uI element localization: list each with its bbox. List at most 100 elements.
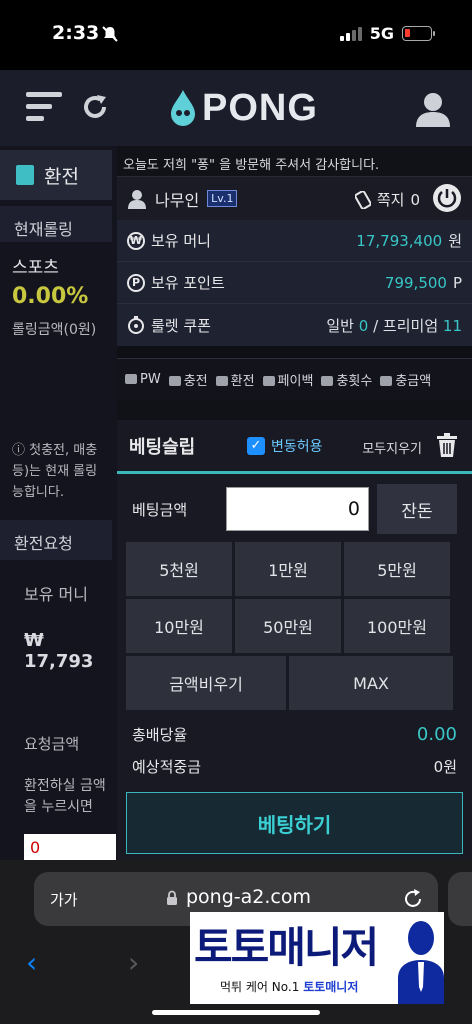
text-size-button[interactable]: 가가 [50,889,78,910]
notice-text: 오늘도 저희 "퐁" 을 방문해 주셔서 감사합니다. [117,146,472,176]
bell-muted-icon [102,26,118,42]
total-odds-label: 총배당율 [132,725,188,744]
user-name: 나무인 [155,190,200,210]
clear-amount-button[interactable]: 금액비우기 [126,656,286,710]
chip-1m[interactable]: 100만원 [344,599,450,653]
chart-icon [321,376,334,386]
max-button[interactable]: MAX [289,656,453,710]
battery-icon [402,26,435,41]
coupon-premium-label: / 프리미엄 [373,316,439,335]
watermark-subtitle: 먹튀 케어 No.1 토토매니저 [220,978,358,995]
place-bet-button[interactable]: 베팅하기 [126,792,463,854]
held-money-value: ₩ 17,793 [24,630,94,672]
card-icon [168,376,181,386]
logo-text: PONG [202,86,318,129]
person-icon [125,374,137,384]
coupon-row: 룰렛 쿠폰 일반 0 / 프리미엄 11 [117,304,472,346]
chip-500k[interactable]: 50만원 [235,599,341,653]
back-icon[interactable]: ‹ [26,946,37,979]
sports-label: 스포츠 [12,258,59,278]
quick-link-label: PW [140,372,161,387]
coins-icon [380,376,393,386]
memo-icon [354,190,371,209]
quick-link-charge-amount[interactable]: 충금액 [380,370,431,389]
forward-icon[interactable]: › [128,946,139,979]
memo-label: 쪽지 [376,191,405,209]
roulette-icon [128,316,144,334]
logo[interactable]: PONG [166,86,318,130]
quick-links: PW 충전 환전 페이백 충횟수 충금액 [117,358,472,400]
refresh-icon[interactable] [80,92,110,122]
expected-win-label: 예상적중금 [132,757,202,776]
money-row: ₩ 보유 머니 17,793,400 원 [117,220,472,262]
request-amount-input[interactable]: 0 [24,834,116,860]
chip-50k[interactable]: 5만원 [344,542,450,596]
total-odds-row: 총배당율 0.00 [126,718,463,750]
quick-link-label: 충횟수 [336,374,373,389]
person-icon [128,189,146,209]
money-value: 17,793,400 [356,231,443,250]
memo-button[interactable]: 쪽지 0 [354,189,420,210]
expected-win-value: 0원 [433,757,457,776]
quick-link-label: 충전 [183,374,208,389]
rolling-note: ⓘ 첫충전, 매충등)는 현재 롤링 능합니다. [12,443,98,500]
network-label: 5G [369,24,394,43]
quick-link-charge[interactable]: 충전 [168,370,208,389]
quick-link-pw[interactable]: PW [125,372,161,387]
rolling-title: 현재롤링 [14,220,73,239]
menu-icon[interactable] [26,92,62,122]
tab-exchange-label: 환전 [44,165,79,188]
won-icon: ₩ [127,231,145,250]
url-text[interactable]: pong-a2.com [186,886,311,908]
status-bar: 2:33 5G [0,0,472,70]
watermark-subtitle-brand: 토토매니저 [303,980,359,994]
amount-chips: 5천원 1만원 5만원 10만원 50만원 100만원 [126,542,463,653]
quick-link-label: 환전 [230,374,255,389]
logout-power-icon[interactable] [432,183,462,213]
user-row: 나무인 Lv.1 쪽지 0 [117,176,472,220]
expected-win-row: 예상적중금 0원 [126,750,463,782]
bet-amount-label: 베팅금액 [132,500,188,519]
money-label: 보유 머니 [151,232,211,250]
coupon-general-label: 일반 [326,316,354,335]
bet-slip-header: 베팅슬립 ✓ 변동허용 모두지우기 [117,420,472,474]
bet-slip-body: 베팅금액 잔돈 5천원 1만원 5만원 10만원 50만원 100만원 금액비우… [117,474,472,860]
tab-exchange[interactable]: 환전 [0,150,112,200]
coupon-counts: 일반 0 / 프리미엄 11 [326,315,462,336]
points-unit: P [452,273,462,292]
lock-icon [167,890,177,905]
clear-all-button[interactable]: 모두지우기 [362,438,422,457]
betting-panel: 오늘도 저희 "퐁" 을 방문해 주셔서 감사합니다. 나무인 Lv.1 쪽지 … [117,146,472,860]
rolling-percent: 0.00% [12,286,89,307]
bet-slip-title: 베팅슬립 [129,436,196,458]
money-unit: 원 [448,232,462,250]
trash-icon[interactable] [436,433,458,457]
divider [117,400,472,420]
chip-5k[interactable]: 5천원 [126,542,232,596]
request-amount-label: 요청금액 [24,735,80,753]
clock: 2:33 [52,22,100,44]
exchange-icon [16,165,34,185]
coupon-premium-count: 11 [442,316,462,335]
bet-amount-input[interactable] [226,487,369,531]
held-money-label: 보유 머니 [24,585,88,604]
next-tab-preview[interactable] [448,872,472,926]
quick-link-payback[interactable]: 페이백 [262,370,313,389]
user-icon[interactable] [414,90,452,128]
quick-link-charge-count[interactable]: 충횟수 [321,370,372,389]
amount-actions: 금액비우기 MAX [126,656,463,710]
bet-amount-row: 베팅금액 잔돈 [126,484,463,534]
quick-link-exchange[interactable]: 환전 [215,370,255,389]
quick-link-label: 충금액 [395,374,432,389]
signal-icon [339,26,362,41]
chip-100k[interactable]: 10만원 [126,599,232,653]
change-button[interactable]: 잔돈 [377,484,457,534]
coupon-label: 룰렛 쿠폰 [151,316,211,335]
chip-10k[interactable]: 1만원 [235,542,341,596]
exchange-request-title: 환전요청 [14,534,73,553]
logo-mascot-icon [171,90,195,126]
allow-change-checkbox[interactable]: ✓ 변동허용 [247,436,323,456]
request-note: 환전하실 금액을 누르시면 [24,778,106,815]
reload-icon[interactable] [402,888,424,910]
points-icon: P [127,273,145,292]
